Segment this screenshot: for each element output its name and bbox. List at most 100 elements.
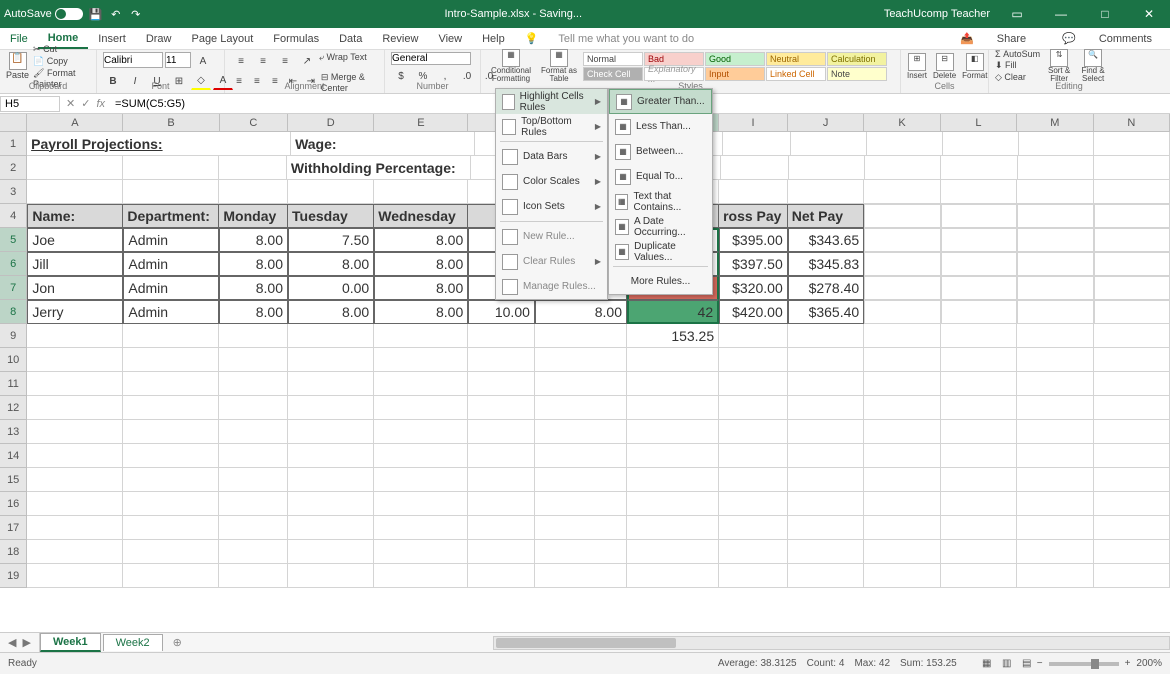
cell-c5[interactable]: 8.00 xyxy=(219,228,288,252)
cell-c1[interactable] xyxy=(223,132,291,156)
select-all-corner[interactable] xyxy=(0,114,27,132)
zoom-slider[interactable] xyxy=(1049,662,1119,666)
conditional-formatting-icon[interactable]: ▦ xyxy=(502,49,520,67)
col-header-d[interactable]: D xyxy=(288,114,374,132)
tab-review[interactable]: Review xyxy=(372,28,428,49)
col-header-n[interactable]: N xyxy=(1094,114,1170,132)
copy-button[interactable]: 📄 Copy xyxy=(33,56,90,67)
insert-cells-button[interactable]: Insert xyxy=(907,71,927,80)
submenu-more-rules[interactable]: More Rules... xyxy=(609,269,712,294)
row-header-2[interactable]: 2 xyxy=(0,156,27,180)
close-button[interactable]: ✕ xyxy=(1132,0,1166,28)
find-select-icon[interactable]: 🔍 xyxy=(1084,49,1102,67)
tab-formulas[interactable]: Formulas xyxy=(263,28,329,49)
cell-d8[interactable]: 8.00 xyxy=(288,300,374,324)
menu-highlight-cells-rules[interactable]: Highlight Cells Rules▶ xyxy=(496,89,607,114)
cell-b7[interactable]: Admin xyxy=(123,276,219,300)
cell-j7[interactable]: $278.40 xyxy=(788,276,864,300)
comments-button[interactable]: 💬Comments xyxy=(1044,28,1170,49)
paste-button[interactable]: Paste xyxy=(6,70,29,80)
cell-i4[interactable]: ross Pay xyxy=(719,204,788,228)
align-mid-icon[interactable]: ≡ xyxy=(253,52,273,70)
user-name[interactable]: TeachUcomp Teacher xyxy=(884,8,990,20)
cell-a8[interactable]: Jerry xyxy=(27,300,123,324)
zoom-out-button[interactable]: − xyxy=(1037,658,1043,669)
cell-c8[interactable]: 8.00 xyxy=(219,300,288,324)
col-header-i[interactable]: I xyxy=(719,114,788,132)
font-select[interactable] xyxy=(103,52,163,68)
cell-j4[interactable]: Net Pay xyxy=(788,204,864,228)
row-header-7[interactable]: 7 xyxy=(0,276,27,300)
submenu-between[interactable]: ▦ Between... xyxy=(609,139,712,164)
row-header-3[interactable]: 3 xyxy=(0,180,27,204)
row-header-5[interactable]: 5 xyxy=(0,228,27,252)
autosave-toggle[interactable]: AutoSave xyxy=(4,8,83,20)
submenu-equal-to[interactable]: ▦ Equal To... xyxy=(609,164,712,189)
tab-insert[interactable]: Insert xyxy=(88,28,136,49)
zoom-level[interactable]: 200% xyxy=(1136,658,1162,669)
ribbon-options-icon[interactable]: ▭ xyxy=(1000,0,1034,28)
format-cells-button[interactable]: Format xyxy=(962,71,987,80)
menu-data-bars[interactable]: Data Bars▶ xyxy=(496,144,607,169)
row-header-6[interactable]: 6 xyxy=(0,252,27,276)
cell-j5[interactable]: $343.65 xyxy=(788,228,864,252)
submenu-text-contains[interactable]: ▦ Text that Contains... xyxy=(609,189,712,214)
style-linked-cell[interactable]: Linked Cell xyxy=(766,67,826,81)
cell-e8[interactable]: 8.00 xyxy=(374,300,468,324)
horizontal-scrollbar[interactable] xyxy=(493,636,1170,650)
cell-e5[interactable]: 8.00 xyxy=(374,228,468,252)
style-normal[interactable]: Normal xyxy=(583,52,643,66)
menu-manage-rules[interactable]: Manage Rules... xyxy=(496,274,607,299)
menu-top-bottom-rules[interactable]: Top/Bottom Rules▶ xyxy=(496,114,607,139)
submenu-less-than[interactable]: ▦ Less Than... xyxy=(609,114,712,139)
sheet-prev-icon[interactable]: ◀ xyxy=(8,636,16,649)
number-format-select[interactable] xyxy=(391,52,471,65)
row-header-4[interactable]: 4 xyxy=(0,204,27,228)
wrap-text-button[interactable]: ⤶ Wrap Text xyxy=(319,52,367,70)
cell-i8[interactable]: $420.00 xyxy=(719,300,788,324)
style-explanatory[interactable]: Explanatory ... xyxy=(644,67,704,81)
cell-b6[interactable]: Admin xyxy=(123,252,219,276)
sheet-tab-week1[interactable]: Week1 xyxy=(40,633,101,652)
format-as-table-icon[interactable]: ▦ xyxy=(550,49,568,67)
cell-b5[interactable]: Admin xyxy=(123,228,219,252)
col-header-k[interactable]: K xyxy=(864,114,940,132)
cell-i6[interactable]: $397.50 xyxy=(719,252,788,276)
col-header-e[interactable]: E xyxy=(374,114,468,132)
align-bot-icon[interactable]: ≡ xyxy=(275,52,295,70)
submenu-greater-than[interactable]: ▦ Greater Than... xyxy=(609,89,712,114)
cell-e4[interactable]: Wednesday xyxy=(374,204,468,228)
tab-data[interactable]: Data xyxy=(329,28,372,49)
cell-d6[interactable]: 8.00 xyxy=(288,252,374,276)
cancel-formula-icon[interactable]: ✕ xyxy=(66,97,75,110)
cell-h8[interactable]: 42 xyxy=(627,300,719,324)
style-calculation[interactable]: Calculation xyxy=(827,52,887,66)
cell-j6[interactable]: $345.83 xyxy=(788,252,864,276)
cell-d1[interactable]: Wage: xyxy=(291,132,475,156)
style-neutral[interactable]: Neutral xyxy=(766,52,826,66)
cell-a5[interactable]: Joe xyxy=(27,228,123,252)
cell-b4[interactable]: Department: xyxy=(123,204,219,228)
tell-me-input[interactable]: Tell me what you want to do xyxy=(548,28,704,49)
cell-a7[interactable]: Jon xyxy=(27,276,123,300)
tab-draw[interactable]: Draw xyxy=(136,28,182,49)
cell-b8[interactable]: Admin xyxy=(123,300,219,324)
cell-i7[interactable]: $320.00 xyxy=(719,276,788,300)
save-icon[interactable]: 💾 xyxy=(89,7,103,21)
style-note[interactable]: Note xyxy=(827,67,887,81)
cell-e6[interactable]: 8.00 xyxy=(374,252,468,276)
cell-d5[interactable]: 7.50 xyxy=(288,228,374,252)
tab-view[interactable]: View xyxy=(428,28,472,49)
cell-d4[interactable]: Tuesday xyxy=(288,204,374,228)
align-top-icon[interactable]: ≡ xyxy=(231,52,251,70)
cell-a4[interactable]: Name: xyxy=(27,204,123,228)
insert-cells-icon[interactable]: ⊞ xyxy=(908,53,926,71)
tab-help[interactable]: Help xyxy=(472,28,515,49)
fx-icon[interactable]: fx xyxy=(96,98,105,110)
cell-e7[interactable]: 8.00 xyxy=(374,276,468,300)
col-header-l[interactable]: L xyxy=(941,114,1017,132)
style-good[interactable]: Good xyxy=(705,52,765,66)
style-input[interactable]: Input xyxy=(705,67,765,81)
cell-a6[interactable]: Jill xyxy=(27,252,123,276)
delete-cells-button[interactable]: Delete xyxy=(933,71,956,80)
